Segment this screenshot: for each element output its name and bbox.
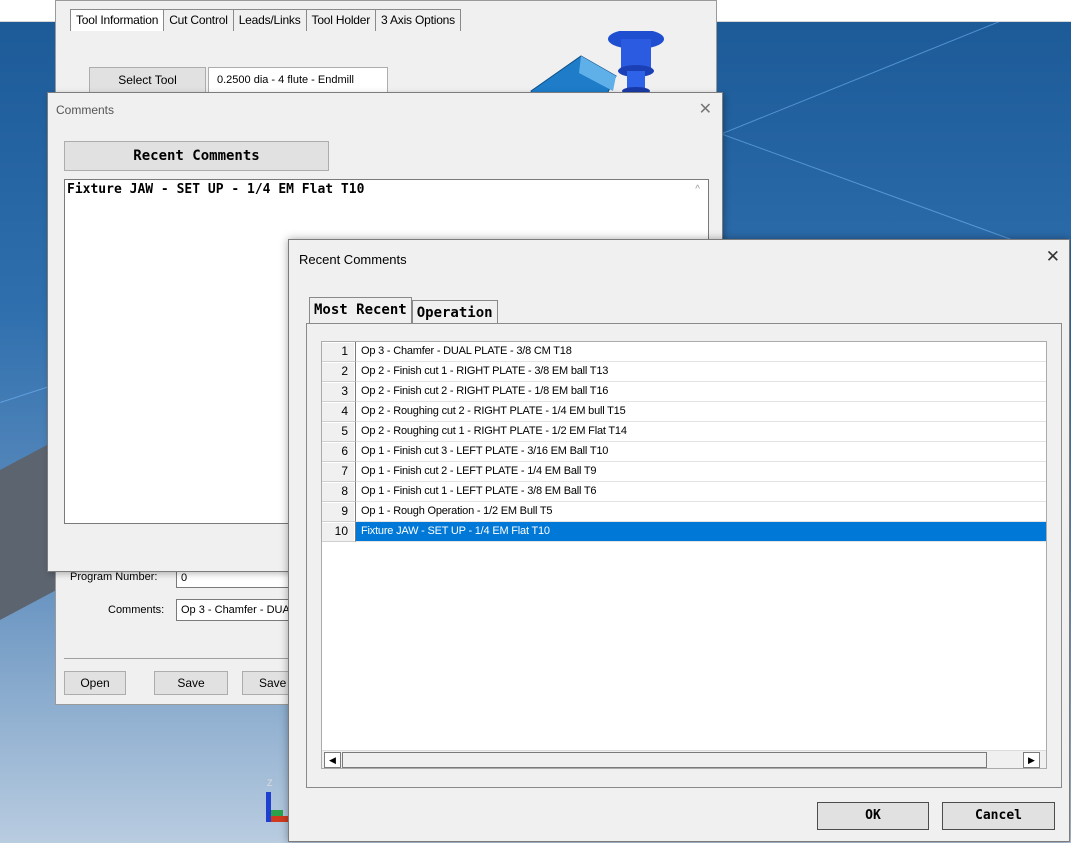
viewport-grid-line xyxy=(700,22,1071,143)
recent-comments-tabs: Most Recent Operation xyxy=(309,297,498,325)
tab-cut-control[interactable]: Cut Control xyxy=(163,9,234,31)
row-number: 9 xyxy=(322,502,356,522)
comment-text: Fixture JAW - SET UP - 1/4 EM Flat T10 xyxy=(67,182,365,197)
toolpath-tabs: Tool Information Cut Control Leads/Links… xyxy=(70,9,461,31)
row-comment-text: Op 1 - Rough Operation - 1/2 EM Bull T5 xyxy=(356,502,1046,522)
list-item[interactable]: 3 Op 2 - Finish cut 2 - RIGHT PLATE - 1/8… xyxy=(322,382,1046,402)
list-item[interactable]: 1 Op 3 - Chamfer - DUAL PLATE - 3/8 CM T1… xyxy=(322,342,1046,362)
tab-tool-holder[interactable]: Tool Holder xyxy=(305,9,377,31)
tab-most-recent[interactable]: Most Recent xyxy=(309,297,412,325)
close-icon[interactable]: ✕ xyxy=(1046,247,1060,267)
scroll-up-icon[interactable]: ^ xyxy=(695,184,700,195)
tool-description-field: 0.2500 dia - 4 flute - Endmill xyxy=(208,67,388,94)
row-number: 8 xyxy=(322,482,356,502)
list-item[interactable]: 10 Fixture JAW - SET UP - 1/4 EM Flat T10 xyxy=(322,522,1046,542)
tab-panel: 1 Op 3 - Chamfer - DUAL PLATE - 3/8 CM T1… xyxy=(306,323,1062,788)
scroll-left-icon[interactable]: ◀ xyxy=(324,752,341,768)
row-number: 2 xyxy=(322,362,356,382)
list-item[interactable]: 6 Op 1 - Finish cut 3 - LEFT PLATE - 3/16… xyxy=(322,442,1046,462)
comments-dialog-title: Comments xyxy=(56,103,115,117)
open-button[interactable]: Open xyxy=(64,671,126,695)
cancel-button[interactable]: Cancel xyxy=(942,802,1055,830)
row-comment-text: Op 2 - Finish cut 1 - RIGHT PLATE - 3/8 … xyxy=(356,362,1046,382)
row-comment-text: Op 3 - Chamfer - DUAL PLATE - 3/8 CM T18 xyxy=(356,342,1046,362)
list-item[interactable]: 7 Op 1 - Finish cut 2 - LEFT PLATE - 1/4 … xyxy=(322,462,1046,482)
tab-tool-information[interactable]: Tool Information xyxy=(70,9,165,31)
tab-leads-links[interactable]: Leads/Links xyxy=(232,9,307,31)
list-item[interactable]: 8 Op 1 - Finish cut 1 - LEFT PLATE - 3/8 … xyxy=(322,482,1046,502)
row-number: 7 xyxy=(322,462,356,482)
row-number: 10 xyxy=(322,522,356,542)
comments-label: Comments: xyxy=(108,604,165,616)
list-item[interactable]: 9 Op 1 - Rough Operation - 1/2 EM Bull T5 xyxy=(322,502,1046,522)
horizontal-scrollbar[interactable]: ◀ ▶ xyxy=(322,750,1046,768)
recent-comments-button[interactable]: Recent Comments xyxy=(64,141,329,171)
program-number-label: Program Number: xyxy=(70,571,158,583)
row-number: 5 xyxy=(322,422,356,442)
scroll-right-icon[interactable]: ▶ xyxy=(1023,752,1040,768)
row-comment-text: Op 1 - Finish cut 3 - LEFT PLATE - 3/16 … xyxy=(356,442,1046,462)
row-comment-text: Op 2 - Roughing cut 2 - RIGHT PLATE - 1/… xyxy=(356,402,1046,422)
close-icon[interactable]: ✕ xyxy=(699,99,712,119)
recent-comments-list[interactable]: 1 Op 3 - Chamfer - DUAL PLATE - 3/8 CM T1… xyxy=(321,341,1047,769)
row-comment-text: Op 1 - Finish cut 1 - LEFT PLATE - 3/8 E… xyxy=(356,482,1046,502)
row-number: 6 xyxy=(322,442,356,462)
row-comment-text: Op 2 - Finish cut 2 - RIGHT PLATE - 1/8 … xyxy=(356,382,1046,402)
select-tool-button[interactable]: Select Tool xyxy=(89,67,206,94)
scrollbar-thumb[interactable] xyxy=(342,752,987,768)
row-comment-text: Op 1 - Finish cut 2 - LEFT PLATE - 1/4 E… xyxy=(356,462,1046,482)
ok-button[interactable]: OK xyxy=(817,802,929,830)
row-comment-text: Fixture JAW - SET UP - 1/4 EM Flat T10 xyxy=(356,522,1046,542)
row-number: 1 xyxy=(322,342,356,362)
row-number: 4 xyxy=(322,402,356,422)
list-item[interactable]: 5 Op 2 - Roughing cut 1 - RIGHT PLATE - 1… xyxy=(322,422,1046,442)
tab-operation[interactable]: Operation xyxy=(411,300,498,324)
row-number: 3 xyxy=(322,382,356,402)
recent-comments-title: Recent Comments xyxy=(299,252,407,267)
list-item[interactable]: 2 Op 2 - Finish cut 1 - RIGHT PLATE - 3/8… xyxy=(322,362,1046,382)
row-comment-text: Op 2 - Roughing cut 1 - RIGHT PLATE - 1/… xyxy=(356,422,1046,442)
list-item[interactable]: 4 Op 2 - Roughing cut 2 - RIGHT PLATE - 1… xyxy=(322,402,1046,422)
save-button[interactable]: Save xyxy=(154,671,228,695)
axis-z-label: Z xyxy=(267,778,273,788)
recent-comments-dialog: Recent Comments ✕ Most Recent Operation … xyxy=(288,239,1070,842)
tab-3-axis-options[interactable]: 3 Axis Options xyxy=(375,9,461,31)
